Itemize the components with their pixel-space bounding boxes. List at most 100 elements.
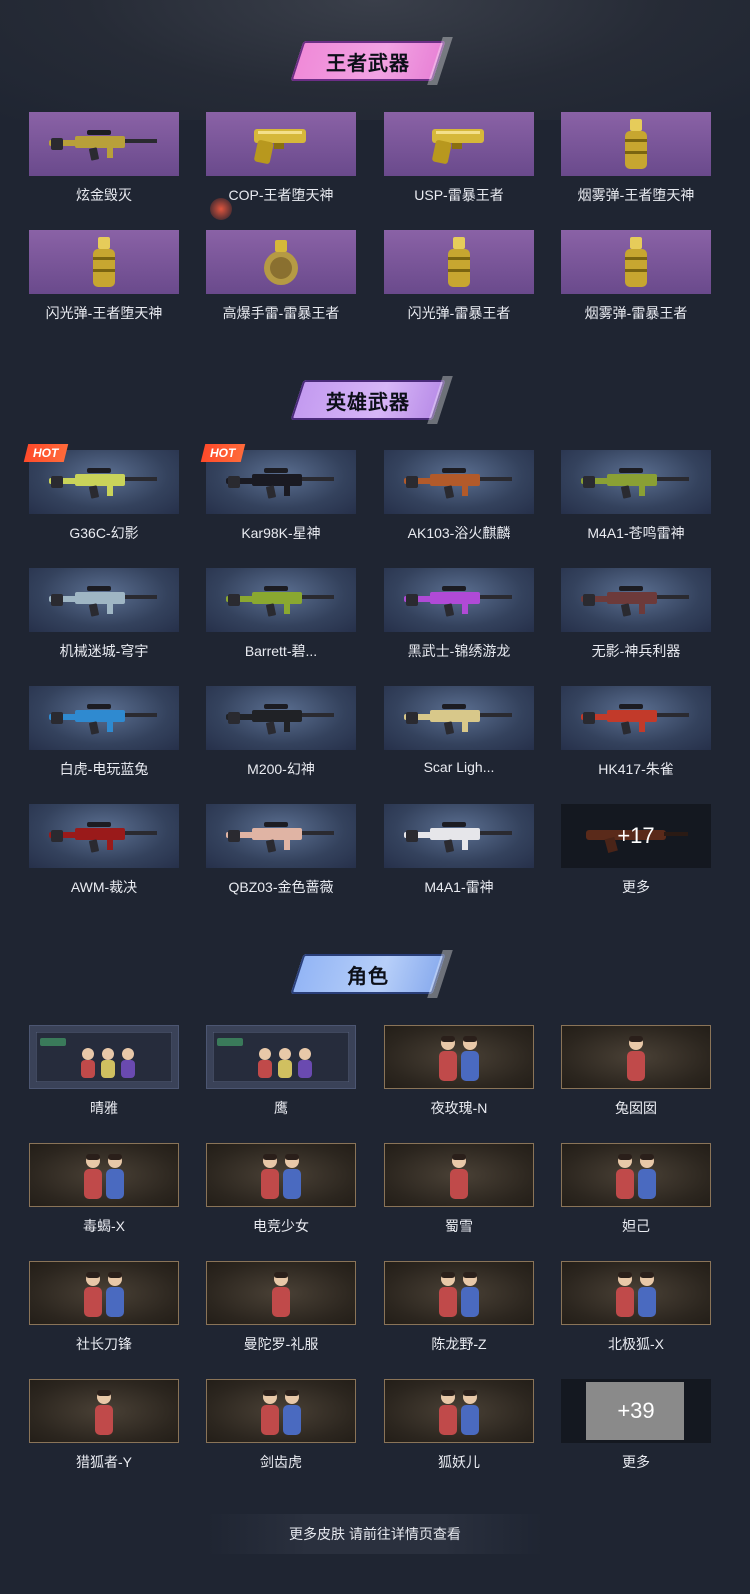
item-thumbnail[interactable] <box>29 1143 179 1207</box>
grid-item[interactable]: USP-雷暴王者 <box>384 112 534 205</box>
item-thumbnail[interactable] <box>561 450 711 514</box>
item-thumbnail[interactable] <box>29 804 179 868</box>
item-thumbnail[interactable] <box>561 1261 711 1325</box>
grid-item[interactable]: 闪光弹-王者堕天神 <box>29 230 179 323</box>
item-thumbnail[interactable] <box>206 230 356 294</box>
item-thumbnail[interactable] <box>206 1025 356 1089</box>
item-thumbnail[interactable] <box>29 112 179 176</box>
item-label: HK417-朱雀 <box>598 761 674 777</box>
item-thumbnail[interactable] <box>29 686 179 750</box>
character-figure-icon <box>450 1154 468 1199</box>
rifle-skin-icon <box>581 468 689 499</box>
item-thumbnail[interactable] <box>29 568 179 632</box>
grid-item[interactable]: 机械迷城-穹宇 <box>29 568 179 661</box>
grid-item[interactable]: 北极狐-X <box>561 1261 711 1354</box>
rifle-skin-icon <box>226 822 334 853</box>
character-figure-icon <box>261 1390 301 1435</box>
item-thumbnail[interactable] <box>206 804 356 868</box>
item-thumbnail[interactable] <box>384 804 534 868</box>
item-thumbnail[interactable] <box>384 568 534 632</box>
item-thumbnail[interactable] <box>29 230 179 294</box>
item-thumbnail[interactable] <box>561 230 711 294</box>
item-thumbnail[interactable] <box>561 112 711 176</box>
item-thumbnail[interactable] <box>29 1261 179 1325</box>
grid-item[interactable]: 无影-神兵利器 <box>561 568 711 661</box>
grid-item[interactable]: 黑武士-锦绣游龙 <box>384 568 534 661</box>
item-thumbnail[interactable]: +17 <box>561 804 711 868</box>
grid-item[interactable]: 社长刀锋 <box>29 1261 179 1354</box>
item-thumbnail[interactable] <box>384 1379 534 1443</box>
grid-item[interactable]: 剑齿虎 <box>206 1379 356 1472</box>
item-thumbnail[interactable] <box>384 1261 534 1325</box>
more-skins-footer[interactable]: 更多皮肤 请前往详情页查看 <box>207 1514 543 1554</box>
grid-item[interactable]: 猎狐者-Y <box>29 1379 179 1472</box>
item-label: 更多 <box>622 879 650 895</box>
grid-item[interactable]: 夜玫瑰-N <box>384 1025 534 1118</box>
item-thumbnail[interactable] <box>561 1025 711 1089</box>
grid-item[interactable]: Kar98K-星神 HOT <box>200 444 356 543</box>
item-label: AWM-裁决 <box>70 879 138 895</box>
grid-item[interactable]: 蜀雪 <box>384 1143 534 1236</box>
rifle-skin-icon <box>404 468 512 499</box>
rifle-skin-icon <box>49 586 157 617</box>
item-thumbnail[interactable] <box>384 1025 534 1089</box>
item-thumbnail[interactable] <box>384 686 534 750</box>
grid-item[interactable]: +39 更多 <box>561 1379 711 1472</box>
item-thumbnail[interactable] <box>206 1261 356 1325</box>
character-screenshot-icon <box>213 1032 349 1082</box>
item-thumbnail[interactable] <box>384 112 534 176</box>
item-thumbnail[interactable] <box>206 1143 356 1207</box>
grid-item[interactable]: AWM-裁决 <box>29 804 179 897</box>
grid-item[interactable]: 妲己 <box>561 1143 711 1236</box>
item-thumbnail[interactable] <box>29 1025 179 1089</box>
item-label: 社长刀锋 <box>76 1336 132 1352</box>
grid-item[interactable]: 陈龙野-Z <box>384 1261 534 1354</box>
grid-item[interactable]: QBZ03-金色蔷薇 <box>206 804 356 897</box>
grid-item[interactable]: HK417-朱雀 <box>561 686 711 779</box>
grid-item[interactable]: 高爆手雷-雷暴王者 <box>206 230 356 323</box>
item-thumbnail[interactable] <box>561 568 711 632</box>
item-thumbnail[interactable] <box>384 450 534 514</box>
grid-item[interactable]: 曼陀罗-礼服 <box>206 1261 356 1354</box>
grid-item[interactable]: COP-王者堕天神 <box>206 112 356 205</box>
item-label: Barrett-碧... <box>244 643 318 659</box>
grid-item[interactable]: Scar Ligh... <box>384 686 534 775</box>
grid-item[interactable]: 炫金毁灭 <box>29 112 179 205</box>
item-thumbnail[interactable] <box>206 112 356 176</box>
item-thumbnail[interactable] <box>384 1143 534 1207</box>
item-thumbnail[interactable] <box>384 230 534 294</box>
item-thumbnail[interactable] <box>29 1379 179 1443</box>
item-label: Kar98K-星神 <box>241 525 321 541</box>
grid-item[interactable]: G36C-幻影 HOT <box>23 444 179 543</box>
grid-item[interactable]: M4A1-苍鸣雷神 <box>561 450 711 543</box>
grid-item[interactable]: 鹰 <box>206 1025 356 1118</box>
item-label: 兔囡囡 <box>615 1100 657 1116</box>
grid-item[interactable]: 电竞少女 <box>206 1143 356 1236</box>
grid-item[interactable]: Barrett-碧... <box>206 568 356 661</box>
pistol-gold-icon <box>254 129 306 164</box>
item-thumbnail[interactable] <box>206 1379 356 1443</box>
hot-badge-label: HOT <box>210 446 236 460</box>
grid-item[interactable]: +17 更多 <box>561 804 711 897</box>
grid-item[interactable]: 狐妖儿 <box>384 1379 534 1472</box>
grid-item[interactable]: 晴雅 <box>29 1025 179 1118</box>
grid-item[interactable]: 烟雾弹-雷暴王者 <box>561 230 711 323</box>
grid-item[interactable]: 兔囡囡 <box>561 1025 711 1118</box>
item-thumbnail[interactable] <box>561 1143 711 1207</box>
item-thumbnail[interactable] <box>561 686 711 750</box>
grid-item[interactable]: M4A1-雷神 <box>384 804 534 897</box>
grid-item[interactable]: AK103-浴火麒麟 <box>384 450 534 543</box>
item-thumbnail[interactable]: +39 <box>561 1379 711 1443</box>
item-label: 毒蝎-X <box>83 1218 125 1234</box>
grid-item[interactable]: 闪光弹-雷暴王者 <box>384 230 534 323</box>
rifle-skin-icon <box>581 704 689 735</box>
grid-item[interactable]: M200-幻神 <box>206 686 356 779</box>
item-label: 曼陀罗-礼服 <box>243 1336 319 1352</box>
item-thumbnail[interactable] <box>206 568 356 632</box>
item-thumbnail[interactable] <box>206 686 356 750</box>
grid-item[interactable]: 白虎-电玩蓝兔 <box>29 686 179 779</box>
item-label: 闪光弹-雷暴王者 <box>407 305 511 321</box>
grid-item[interactable]: 烟雾弹-王者堕天神 <box>561 112 711 205</box>
grid-item[interactable]: 毒蝎-X <box>29 1143 179 1236</box>
character-figure-icon <box>616 1154 656 1199</box>
